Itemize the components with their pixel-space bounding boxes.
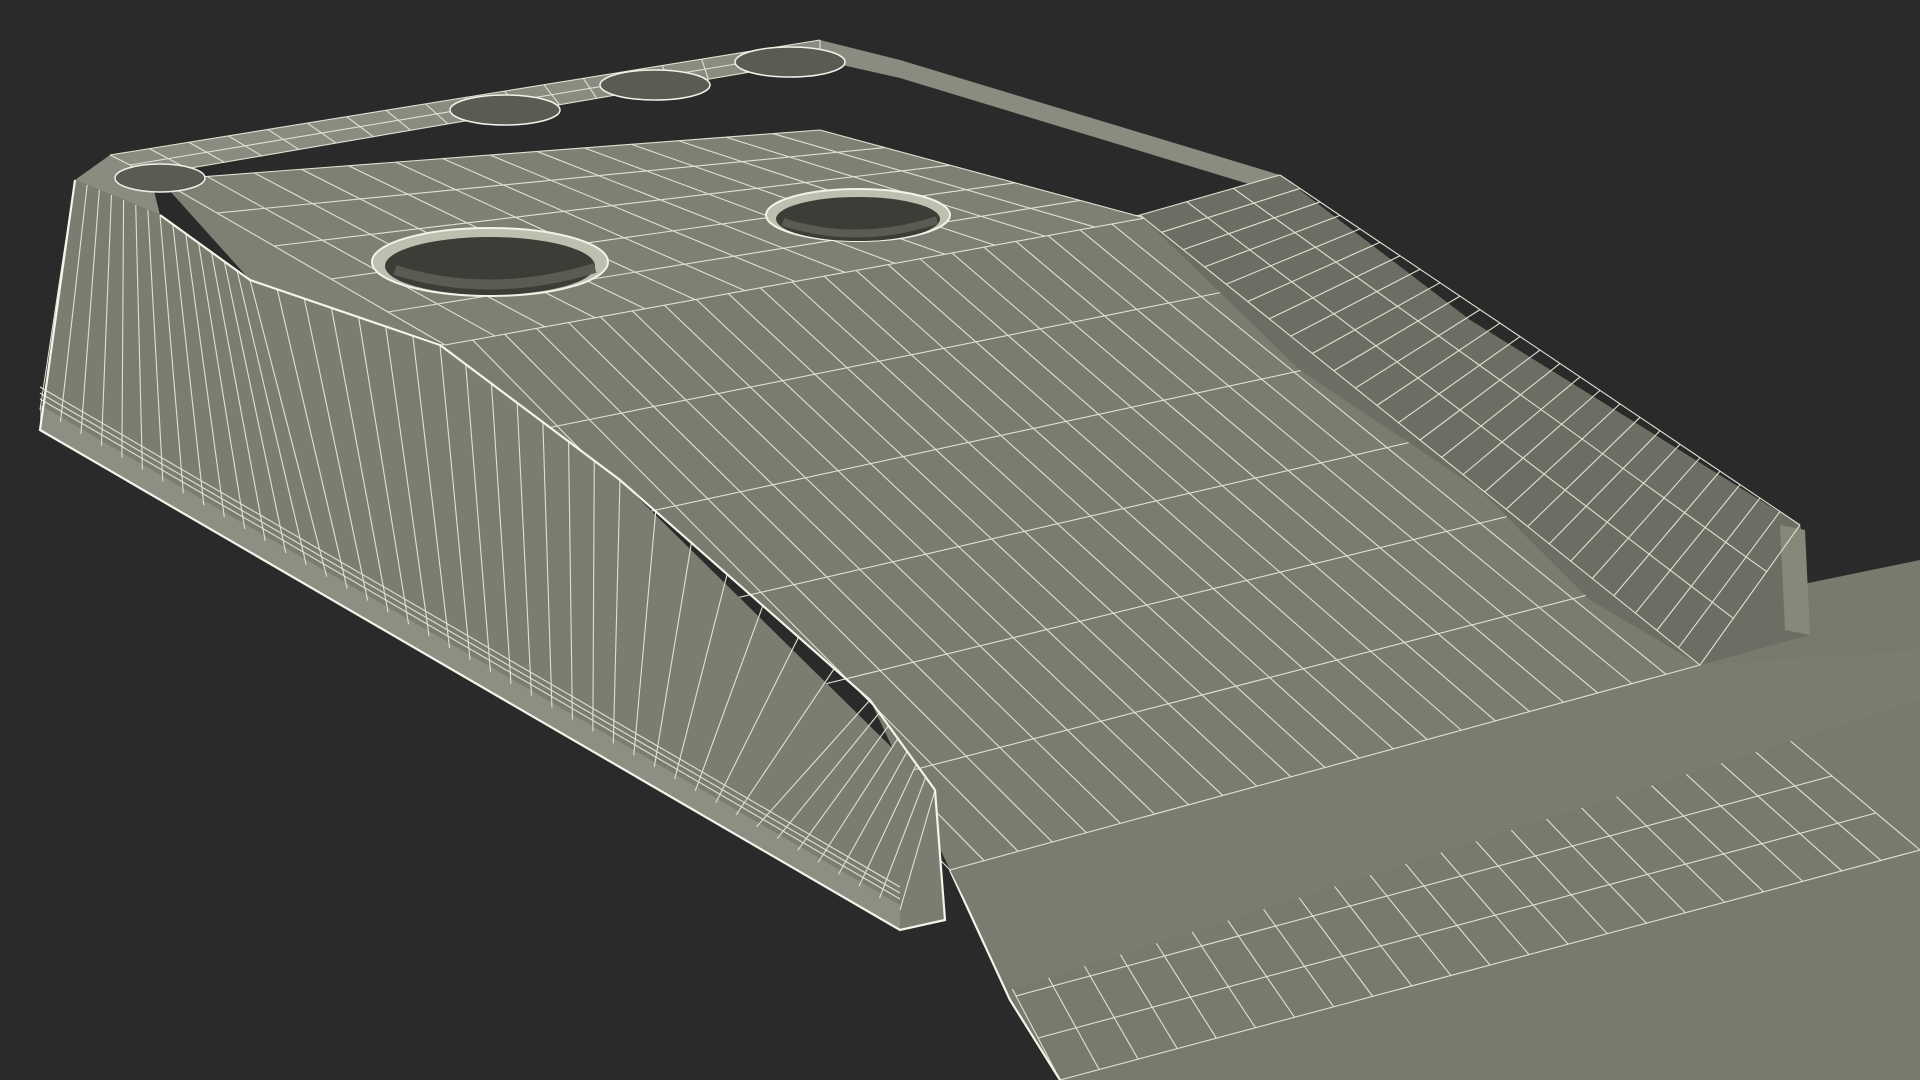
hole-left — [371, 227, 609, 297]
hole-right — [765, 188, 951, 242]
rim-hole-2 — [449, 94, 561, 126]
rim-hole-1 — [114, 163, 206, 193]
wireframe-model-render — [38, 39, 1920, 1080]
rim-hole-4 — [734, 46, 846, 78]
rim-hole-3 — [599, 69, 711, 101]
render-viewport — [0, 0, 1920, 1080]
